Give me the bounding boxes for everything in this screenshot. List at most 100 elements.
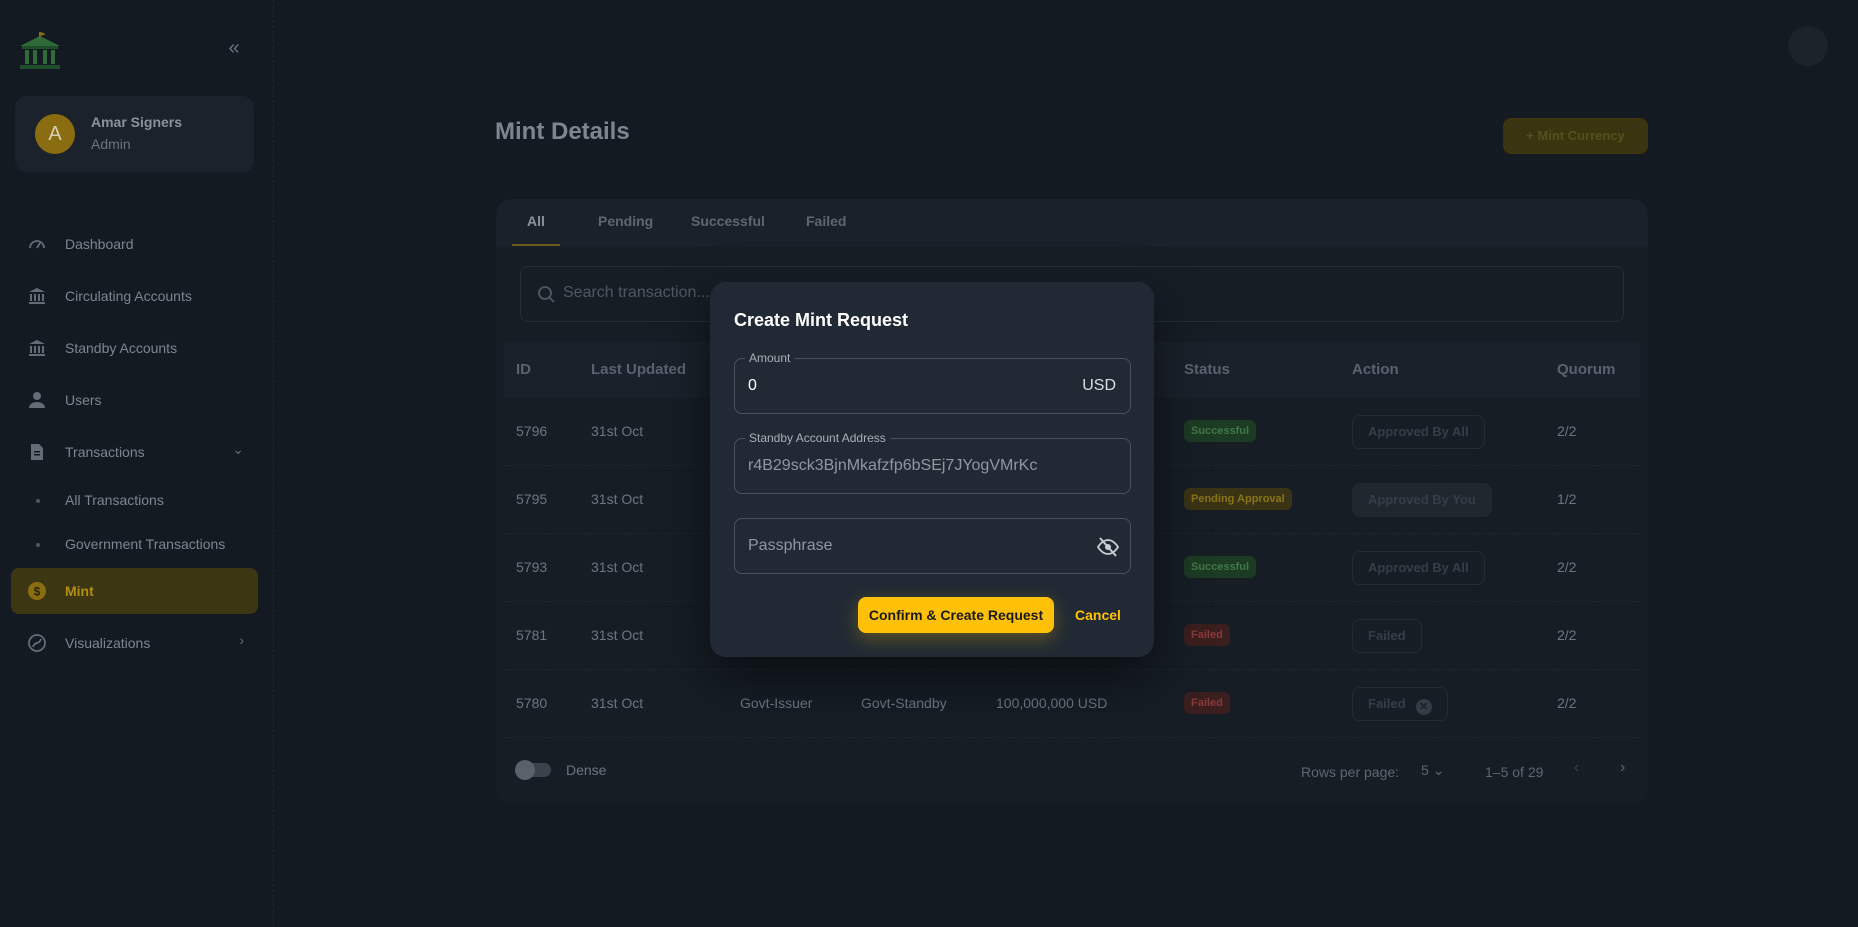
status-badge: Failed [1184,692,1230,714]
user-card: A Amar Signers Admin [15,96,254,172]
user-name: Amar Signers [91,114,183,130]
amount-input[interactable] [748,377,1068,395]
cell-quorum: 2/2 [1557,695,1577,711]
currency-unit: USD [1082,377,1116,394]
action-button[interactable]: Approved By All [1352,415,1485,449]
chevron-right-icon: › [239,632,244,648]
column-header-quorum[interactable]: Quorum [1557,361,1615,378]
sidebar-item-label: Users [65,392,102,408]
create-mint-request-dialog: Create Mint Request Amount USD Standby A… [710,282,1154,657]
cell-to: Govt-Standby [861,695,947,711]
action-button[interactable]: Failed ✕ [1352,687,1448,721]
sidebar-item-standby-accounts[interactable]: Standby Accounts [11,325,258,371]
next-page-button[interactable]: › [1620,759,1625,777]
chevron-right-icon: › [1620,759,1626,776]
document-icon [31,444,43,460]
action-button[interactable]: Failed [1352,619,1422,653]
bullet-icon [36,499,40,503]
cell-id: 5781 [516,627,548,643]
sidebar-item-mint[interactable]: $ Mint [11,568,258,614]
sidebar-item-label: Government Transactions [65,536,226,552]
coin-icon: $ [28,582,46,600]
table-row[interactable]: 5780 31st Oct Govt-Issuer Govt-Standby 1… [504,670,1640,738]
account-avatar[interactable] [1788,26,1828,66]
eye-off-icon[interactable] [1096,535,1120,559]
cell-quorum: 2/2 [1557,627,1577,643]
sidebar-item-transactions[interactable]: Transactions ⌄ [11,429,258,475]
tab-pending[interactable]: Pending [598,213,653,229]
standby-address-field: Standby Account Address [734,431,1131,494]
amount-label: Amount [745,351,795,365]
bank-icon [29,288,45,304]
status-badge: Successful [1184,556,1257,578]
user-role: Admin [91,136,131,152]
rows-per-page-select[interactable]: 5 ⌄ [1421,762,1444,779]
cell-id: 5796 [516,423,548,439]
previous-page-button[interactable]: ‹ [1574,759,1579,777]
tab-failed[interactable]: Failed [806,213,846,229]
page-title: Mint Details [495,118,630,145]
passphrase-input[interactable] [748,537,1068,555]
cell-id: 5793 [516,559,548,575]
mint-currency-button[interactable]: + Mint Currency [1503,118,1648,154]
avatar: A [35,114,75,154]
collapse-sidebar-button[interactable]: « [222,36,246,60]
pagination-range: 1–5 of 29 [1485,764,1544,780]
tab-successful[interactable]: Successful [691,213,765,229]
column-header-last-updated[interactable]: Last Updated [591,361,686,378]
sidebar-item-label: Standby Accounts [65,340,178,356]
sidebar-item-label: Mint [65,583,94,599]
cell-date: 31st Oct [591,423,644,439]
sidebar-item-label: Circulating Accounts [65,288,192,304]
sidebar-item-government-transactions[interactable]: Government Transactions [11,524,258,564]
tab-indicator [512,244,560,246]
column-header-action[interactable]: Action [1352,361,1399,378]
cell-date: 31st Oct [591,491,644,507]
confirm-create-request-button[interactable]: Confirm & Create Request [858,597,1054,633]
sidebar-item-visualizations[interactable]: Visualizations › [11,620,258,666]
rows-per-page-value: 5 [1421,762,1429,778]
tab-all[interactable]: All [527,213,545,229]
sidebar-item-users[interactable]: Users [11,377,258,423]
action-button[interactable]: Approved By All [1352,551,1485,585]
chevron-down-icon: ⌄ [1432,762,1445,778]
sidebar-item-label: Transactions [65,444,145,460]
bank-building-icon[interactable] [16,32,64,72]
action-button[interactable]: Approved By You [1352,483,1492,517]
column-header-id[interactable]: ID [516,361,531,378]
chevron-left-icon: ‹ [1574,759,1580,776]
search-icon [538,286,555,303]
sidebar-item-circulating-accounts[interactable]: Circulating Accounts [11,273,258,319]
chevron-down-icon: ⌄ [232,441,244,457]
standby-address-label: Standby Account Address [745,431,890,445]
sidebar-item-label: Visualizations [65,635,151,651]
bank-icon [29,340,45,356]
amount-field: Amount USD [734,351,1131,414]
sidebar-item-all-transactions[interactable]: All Transactions [11,480,258,520]
close-circle-icon: ✕ [1415,699,1432,715]
cell-amount: 100,000,000 USD [996,695,1108,711]
dense-toggle[interactable] [515,760,551,780]
cell-quorum: 2/2 [1557,559,1577,575]
sidebar-item-dashboard[interactable]: Dashboard [11,221,258,267]
cell-quorum: 1/2 [1557,491,1577,507]
tabs-bar: All Pending Successful Failed [496,199,1648,247]
status-badge: Pending Approval [1184,488,1292,510]
cell-date: 31st Oct [591,695,644,711]
double-chevron-left-icon: « [228,37,240,59]
passphrase-field [734,518,1131,574]
cancel-button[interactable]: Cancel [1068,597,1128,633]
cell-id: 5780 [516,695,548,711]
cell-date: 31st Oct [591,627,644,643]
dense-label: Dense [566,762,607,778]
user-icon [29,392,45,408]
column-header-status[interactable]: Status [1184,361,1230,378]
chart-icon [28,634,46,652]
sidebar-item-label: All Transactions [65,492,164,508]
standby-address-input[interactable] [748,457,1068,475]
bullet-icon [36,543,40,547]
cell-id: 5795 [516,491,548,507]
cell-from: Govt-Issuer [740,695,813,711]
cell-date: 31st Oct [591,559,644,575]
table-footer: Dense Rows per page: 5 ⌄ 1–5 of 29 ‹ › [496,739,1648,803]
